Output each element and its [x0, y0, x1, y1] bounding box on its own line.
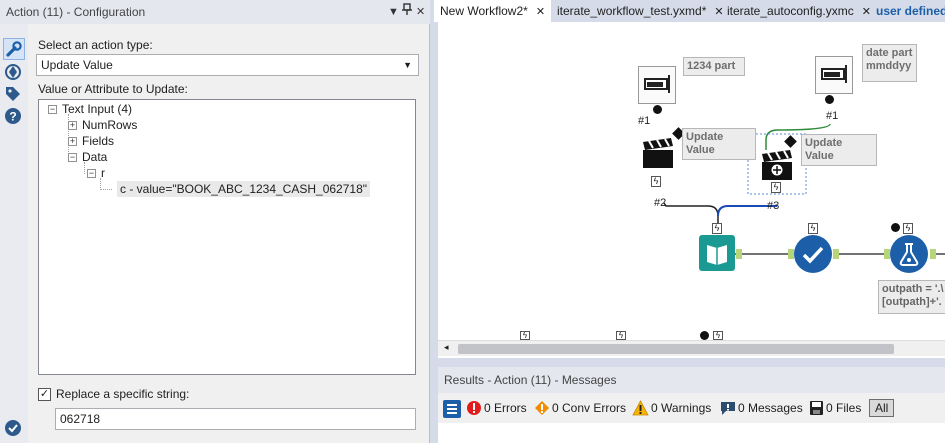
- results-list-icon[interactable]: [442, 399, 464, 419]
- replace-string-input[interactable]: 062718: [55, 408, 416, 430]
- configuration-panel: Action (11) - Configuration ▼ ✕ ? Select…: [0, 0, 430, 443]
- output-anchor: [736, 249, 742, 259]
- annotation-date-part: date part mmddyy: [862, 44, 917, 82]
- annotation-formula: outpath = '.\ [outpath]+'.: [878, 280, 945, 314]
- panel-menu-dropdown[interactable]: ▼: [388, 0, 399, 24]
- collapse-data-toggle[interactable]: −: [68, 153, 77, 162]
- action-type-select[interactable]: Update Value ▼: [36, 54, 419, 76]
- tree-node-text-input[interactable]: Text Input (4): [62, 102, 132, 116]
- action-type-value: Update Value: [41, 58, 113, 72]
- pin-icon[interactable]: [402, 0, 412, 24]
- results-toolbar: 0 Errors 0 Conv Errors 0 Warnings 0 Mess…: [438, 393, 945, 423]
- lightning-anchor-icon: ϟ: [713, 331, 723, 340]
- connection-label-2: #2: [654, 197, 667, 209]
- lightning-anchor-icon: ϟ: [771, 182, 781, 193]
- value-to-update-label: Value or Attribute to Update:: [38, 82, 188, 96]
- tab-iterate-workflow-test[interactable]: iterate_workflow_test.yxmd* ✕: [557, 0, 724, 22]
- tree-node-fields[interactable]: Fields: [82, 134, 114, 148]
- tab-user-defined[interactable]: user defined c: [876, 0, 945, 22]
- chevron-down-icon: ▼: [403, 60, 412, 70]
- results-panel-title: Results - Action (11) - Messages: [444, 373, 617, 387]
- config-panel-header: Action (11) - Configuration ▼ ✕: [0, 0, 430, 24]
- close-tab-icon[interactable]: ✕: [536, 6, 545, 18]
- expand-fields-toggle[interactable]: +: [68, 137, 77, 146]
- lightning-anchor-icon: ϟ: [903, 223, 913, 234]
- collapse-r-toggle[interactable]: −: [87, 169, 96, 178]
- tree-node-c-value[interactable]: c - value="BOOK_ABC_1234_CASH_062718": [117, 181, 371, 197]
- canvas-horizontal-scrollbar[interactable]: ◂: [438, 340, 945, 356]
- lightning-anchor-icon: ϟ: [616, 331, 626, 340]
- config-panel-title: Action (11) - Configuration: [6, 5, 146, 19]
- annotation-update-value-left: Update Value: [682, 128, 756, 160]
- question-anchor-icon: [891, 223, 900, 232]
- expand-numrows-toggle[interactable]: +: [68, 121, 77, 130]
- all-filter-button[interactable]: All: [869, 399, 895, 417]
- help-icon[interactable]: ?: [3, 106, 25, 128]
- tree-node-data[interactable]: Data: [82, 150, 107, 164]
- configuration-wrench-icon[interactable]: [3, 38, 25, 60]
- lightning-anchor-icon: ϟ: [808, 223, 818, 234]
- action-type-label: Select an action type:: [38, 38, 153, 52]
- annotation-1234-part: 1234 part: [683, 57, 745, 76]
- input-anchor: [788, 249, 794, 259]
- connection-label-1b: #1: [826, 110, 839, 122]
- lightning-anchor-icon: ϟ: [712, 223, 722, 234]
- conv-errors-filter[interactable]: 0 Conv Errors: [534, 400, 626, 416]
- action-tool-right-selected[interactable]: [759, 146, 795, 184]
- svg-text:?: ?: [9, 110, 16, 124]
- tab-new-workflow2[interactable]: New Workflow2* ✕: [434, 0, 552, 22]
- formula-tool[interactable]: [890, 235, 928, 273]
- question-anchor-icon: [700, 331, 709, 340]
- input-anchor: [884, 249, 890, 259]
- files-filter[interactable]: 0 Files: [809, 400, 861, 416]
- results-panel-header: Results - Action (11) - Messages: [438, 367, 945, 393]
- collapse-text-input-toggle[interactable]: −: [48, 105, 57, 114]
- results-list-area: [438, 423, 945, 443]
- scrollbar-thumb[interactable]: [458, 344, 894, 354]
- question-anchor-icon: [653, 105, 662, 114]
- replace-string-label: Replace a specific string:: [56, 387, 190, 401]
- done-check-icon[interactable]: [3, 418, 25, 440]
- close-panel-button[interactable]: ✕: [416, 0, 425, 24]
- text-box-question-date[interactable]: [815, 56, 853, 94]
- action-tool-left[interactable]: [640, 134, 676, 172]
- workflow-canvas[interactable]: 1234 part date part mmddyy #1 #1 Update …: [438, 22, 945, 358]
- browse-tool[interactable]: [699, 235, 735, 271]
- check-tool[interactable]: [794, 235, 832, 273]
- scroll-left-arrow-icon[interactable]: ◂: [444, 342, 449, 353]
- close-tab-icon[interactable]: ✕: [862, 6, 871, 18]
- tree-node-r[interactable]: r: [101, 166, 105, 180]
- annotation-icon[interactable]: [3, 62, 25, 84]
- replace-string-checkbox[interactable]: ✓: [38, 388, 51, 401]
- errors-filter[interactable]: 0 Errors: [466, 400, 527, 416]
- workflow-tabs: New Workflow2* ✕ iterate_workflow_test.yx…: [434, 0, 945, 22]
- lightning-anchor-icon: ϟ: [520, 331, 530, 340]
- question-anchor-icon: [825, 95, 834, 104]
- tree-node-numrows[interactable]: NumRows: [82, 118, 137, 132]
- warnings-filter[interactable]: 0 Warnings: [632, 400, 711, 416]
- text-box-question-1234[interactable]: [638, 66, 676, 104]
- messages-filter[interactable]: 0 Messages: [720, 400, 803, 416]
- output-anchor: [833, 249, 839, 259]
- connection-label-3: #3: [767, 200, 780, 212]
- tag-icon[interactable]: [3, 84, 25, 106]
- connection-label-1a: #1: [638, 115, 651, 127]
- close-tab-icon[interactable]: ✕: [714, 6, 723, 18]
- value-tree[interactable]: − Text Input (4) + NumRows + Fields − Da…: [38, 99, 416, 375]
- tab-iterate-autoconfig[interactable]: iterate_autoconfig.yxmc ✕: [727, 0, 871, 22]
- lightning-anchor-icon: ϟ: [651, 176, 661, 187]
- output-anchor: [930, 249, 936, 259]
- annotation-update-value-right: Update Value: [801, 134, 877, 166]
- config-side-toolbar: ?: [0, 24, 28, 443]
